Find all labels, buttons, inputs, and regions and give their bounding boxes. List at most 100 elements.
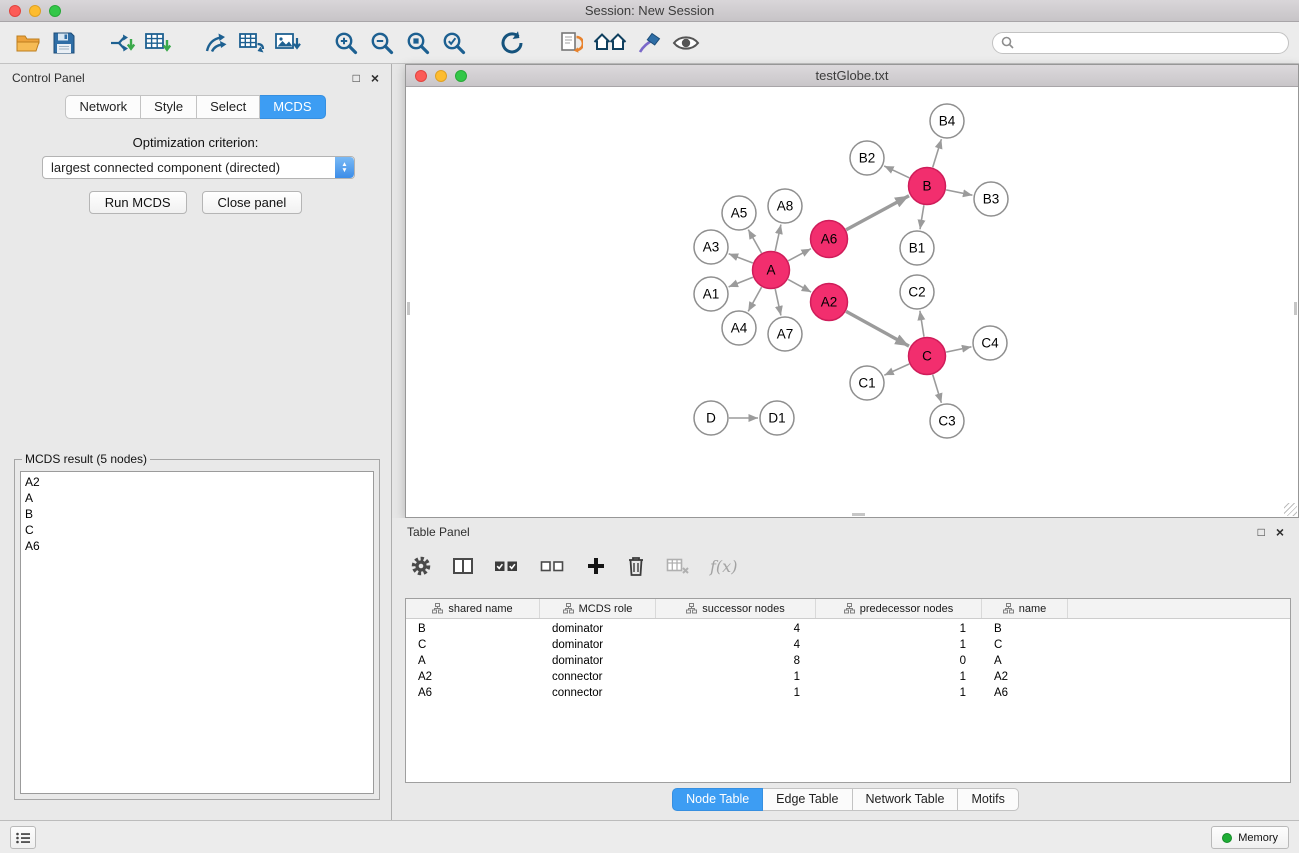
run-mcds-button[interactable]: Run MCDS [89,191,187,214]
result-item[interactable]: A6 [25,538,369,554]
edge-C-C4[interactable] [946,347,971,352]
search-input[interactable] [1018,36,1280,50]
node-C3[interactable]: C3 [930,404,964,438]
table-row[interactable]: Cdominator41C [406,637,1290,653]
window-titlebar[interactable]: Session: New Session [0,0,1299,22]
import-network-button[interactable] [104,25,140,61]
node-A4[interactable]: A4 [722,311,756,345]
criterion-dropdown[interactable]: largest connected component (directed) ▲… [42,156,355,179]
node-C2[interactable]: C2 [900,275,934,309]
tab-edge-table[interactable]: Edge Table [763,788,852,811]
edge-C-C3[interactable] [933,375,942,403]
minimize-window-button[interactable] [29,5,41,17]
column-header-name[interactable]: name [982,599,1068,618]
column-header-shared-name[interactable]: shared name [406,599,540,618]
create-column-button[interactable] [586,556,606,576]
edge-B-B2[interactable] [884,166,909,178]
node-A7[interactable]: A7 [768,317,802,351]
table-settings-button[interactable] [410,555,432,577]
delete-table-button[interactable] [666,556,690,576]
node-A1[interactable]: A1 [694,277,728,311]
network-close-button[interactable] [415,70,427,82]
tab-network[interactable]: Network [65,95,141,119]
result-item[interactable]: B [25,506,369,522]
column-header-MCDS-role[interactable]: MCDS role [540,599,656,618]
import-table-button[interactable] [140,25,176,61]
tab-motifs[interactable]: Motifs [958,788,1018,811]
node-A5[interactable]: A5 [722,196,756,230]
edge-B-B1[interactable] [920,205,924,229]
manage-networks-button[interactable] [552,25,588,61]
node-C4[interactable]: C4 [973,326,1007,360]
node-B4[interactable]: B4 [930,104,964,138]
edge-A-A7[interactable] [775,289,781,315]
node-B2[interactable]: B2 [850,141,884,175]
save-session-button[interactable] [46,25,82,61]
show-columns-button[interactable] [452,555,474,577]
edge-A6-B[interactable] [846,196,909,230]
node-D1[interactable]: D1 [760,401,794,435]
table-row[interactable]: Adominator80A [406,653,1290,669]
node-B1[interactable]: B1 [900,231,934,265]
tab-mcds[interactable]: MCDS [260,95,325,119]
edge-C-C2[interactable] [920,311,924,337]
close-panel-button[interactable]: Close panel [202,191,303,214]
task-history-button[interactable] [10,826,36,849]
zoom-selected-button[interactable] [436,25,472,61]
zoom-out-button[interactable] [364,25,400,61]
zoom-in-button[interactable] [328,25,364,61]
edge-C-C1[interactable] [884,364,909,375]
zoom-window-button[interactable] [49,5,61,17]
tab-select[interactable]: Select [197,95,260,119]
node-table[interactable]: shared nameMCDS rolesuccessor nodesprede… [405,598,1291,783]
network-window-titlebar[interactable]: testGlobe.txt [406,65,1298,87]
new-network-table-button[interactable] [234,25,270,61]
node-A6[interactable]: A6 [811,221,848,258]
node-B[interactable]: B [909,168,946,205]
resize-grip-left[interactable] [407,302,410,315]
node-C[interactable]: C [909,338,946,375]
resize-grip-right[interactable] [1294,302,1297,315]
table-row[interactable]: A6connector11A6 [406,685,1290,701]
close-window-button[interactable] [9,5,21,17]
open-session-button[interactable] [10,25,46,61]
graphics-details-button[interactable] [632,25,668,61]
network-zoom-button[interactable] [455,70,467,82]
close-panel-icon[interactable]: × [371,71,379,85]
zoom-fit-button[interactable] [400,25,436,61]
node-C1[interactable]: C1 [850,366,884,400]
function-builder-button[interactable]: f(x) [710,557,737,576]
tab-network-table[interactable]: Network Table [853,788,959,811]
edge-A-A5[interactable] [748,230,761,253]
edge-A-A6[interactable] [788,249,811,261]
search-box[interactable] [992,32,1289,54]
resize-corner-handle[interactable] [1284,503,1297,516]
show-hide-button[interactable] [668,25,704,61]
node-D[interactable]: D [694,401,728,435]
node-A3[interactable]: A3 [694,230,728,264]
export-network-button[interactable] [198,25,234,61]
node-A2[interactable]: A2 [811,284,848,321]
edge-B-B3[interactable] [946,190,972,195]
edge-A-A8[interactable] [775,225,781,251]
edge-A-A3[interactable] [729,254,753,263]
network-graph[interactable]: B4 B2 B B3 A8 A5 A6 A3 B1 A C2 A1 A2 A4 A7 C4 C C1 D D1 C3 [406,87,1298,517]
edge-B-B4[interactable] [933,139,942,167]
select-all-columns-button[interactable] [494,556,520,576]
node-B3[interactable]: B3 [974,182,1008,216]
result-item[interactable]: A2 [25,474,369,490]
unselect-all-columns-button[interactable] [540,556,566,576]
first-neighbors-button[interactable] [588,25,632,61]
node-A[interactable]: A [753,252,790,289]
delete-column-button[interactable] [626,555,646,577]
node-A8[interactable]: A8 [768,189,802,223]
close-table-panel-icon[interactable]: × [1276,525,1284,539]
export-image-button[interactable] [270,25,306,61]
tab-style[interactable]: Style [141,95,197,119]
edge-A-A1[interactable] [729,277,753,287]
network-minimize-button[interactable] [435,70,447,82]
edge-A2-C[interactable] [846,311,909,346]
float-table-panel-icon[interactable]: □ [1258,526,1265,538]
resize-grip-bottom[interactable] [852,513,865,516]
float-panel-icon[interactable]: □ [353,72,360,84]
